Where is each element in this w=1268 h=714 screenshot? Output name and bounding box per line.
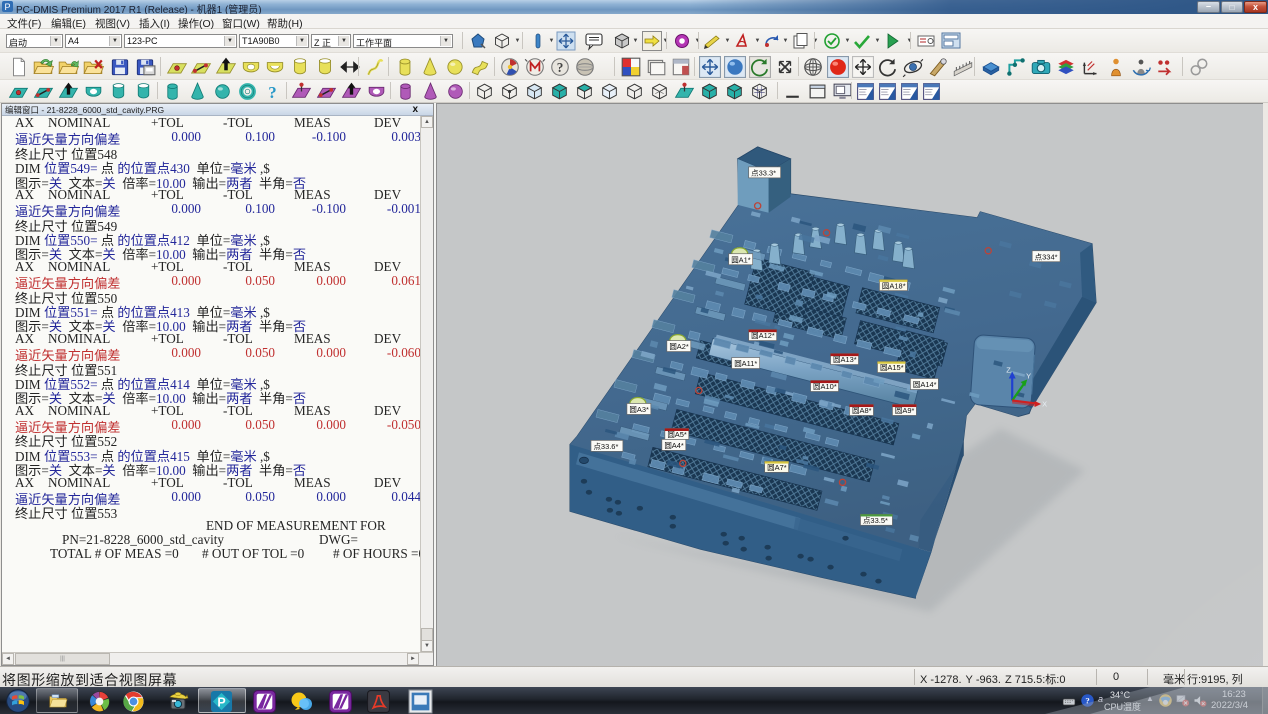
svg-text:圆A8*: 圆A8* bbox=[852, 406, 872, 415]
svg-text:圆A12*: 圆A12* bbox=[751, 331, 775, 340]
svg-text:Y: Y bbox=[1026, 372, 1031, 381]
svg-text:?: ? bbox=[557, 60, 564, 75]
svg-text:圆A13*: 圆A13* bbox=[833, 355, 857, 364]
svg-text:圆A5*: 圆A5* bbox=[667, 430, 687, 439]
svg-text:圆A11*: 圆A11* bbox=[734, 359, 757, 368]
svg-text:圆A9*: 圆A9* bbox=[895, 406, 915, 415]
svg-text:点33.5*: 点33.5* bbox=[863, 516, 888, 525]
svg-text:圆A2*: 圆A2* bbox=[669, 342, 689, 351]
svg-text:圆A4*: 圆A4* bbox=[664, 441, 684, 450]
svg-text:点33.6*: 点33.6* bbox=[593, 442, 618, 451]
svg-text:P: P bbox=[4, 2, 10, 12]
svg-text:圆A18*: 圆A18* bbox=[882, 281, 906, 290]
svg-text:X: X bbox=[1042, 399, 1047, 408]
svg-text:圆A10*: 圆A10* bbox=[813, 382, 837, 391]
svg-text:圆A15*: 圆A15* bbox=[880, 363, 904, 372]
svg-text:Z: Z bbox=[1006, 366, 1011, 375]
svg-text:圆A3*: 圆A3* bbox=[629, 405, 649, 414]
svg-text:圆A7*: 圆A7* bbox=[767, 463, 787, 472]
svg-text:点334*: 点334* bbox=[1035, 252, 1058, 261]
svg-text:?: ? bbox=[268, 83, 276, 102]
svg-text:圆A14*: 圆A14* bbox=[913, 380, 937, 389]
svg-text:圆A1*: 圆A1* bbox=[731, 255, 751, 264]
svg-text:点33.3*: 点33.3* bbox=[751, 168, 776, 177]
